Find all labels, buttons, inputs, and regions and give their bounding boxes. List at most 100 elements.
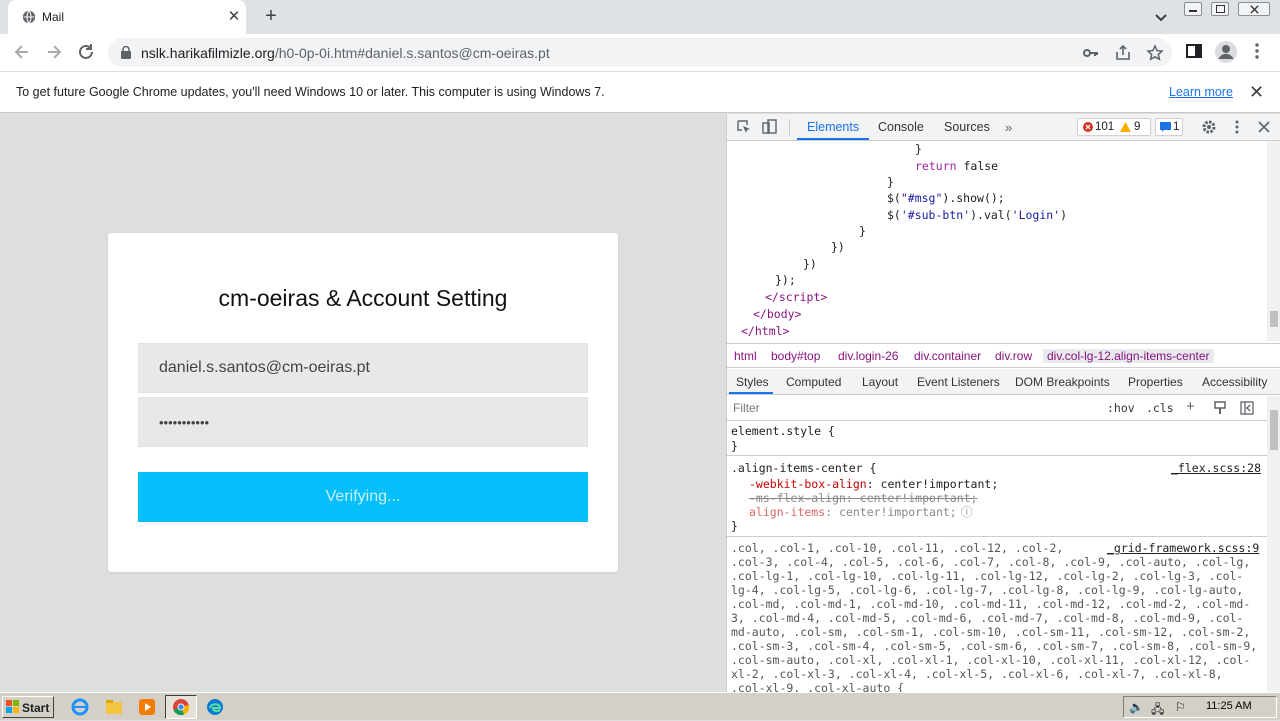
infobar-message: To get future Google Chrome updates, you… bbox=[16, 85, 605, 99]
profile-avatar-icon[interactable] bbox=[1214, 40, 1238, 64]
grid-selector-line: .col-sm-auto, .col-xl, .col-xl-1, .col-x… bbox=[731, 653, 1251, 667]
taskbar-clock[interactable]: 11:25 AM bbox=[1206, 700, 1252, 712]
tab-dom-breakpoints[interactable]: DOM Breakpoints bbox=[1015, 375, 1110, 389]
tab-styles[interactable]: Styles bbox=[736, 375, 769, 389]
issues-counter[interactable]: 101 9 bbox=[1077, 118, 1151, 136]
windows-logo-icon bbox=[6, 700, 19, 713]
paint-bucket-icon[interactable] bbox=[1213, 401, 1227, 415]
tab-close-icon[interactable]: ✕ bbox=[226, 7, 242, 25]
crumb-row[interactable]: div.row bbox=[995, 349, 1032, 363]
rule-source-link[interactable]: _flex.scss:28 bbox=[1171, 461, 1261, 475]
close-window-button[interactable] bbox=[1238, 2, 1270, 16]
globe-icon bbox=[22, 10, 36, 24]
css-property[interactable]: align-items: center!important; bbox=[749, 505, 957, 519]
crumb-col[interactable]: div.col-lg-12.align-items-center bbox=[1043, 349, 1214, 363]
lock-icon[interactable] bbox=[120, 46, 132, 59]
css-property-overridden[interactable]: -ms-flex-align: center!important; bbox=[749, 491, 977, 505]
tab-layout[interactable]: Layout bbox=[862, 375, 898, 389]
code-line: </body> bbox=[753, 307, 802, 321]
css-property[interactable]: -webkit-box-align: center!important; bbox=[749, 477, 998, 491]
side-panel-icon[interactable] bbox=[1185, 42, 1203, 60]
network-icon[interactable]: 🖧 bbox=[1151, 700, 1164, 721]
tab-elements[interactable]: Elements bbox=[807, 120, 859, 134]
crumb-container[interactable]: div.container bbox=[914, 349, 981, 363]
styles-scrollbar[interactable] bbox=[1267, 396, 1280, 692]
minimize-button[interactable] bbox=[1184, 2, 1202, 16]
tab-computed[interactable]: Computed bbox=[786, 375, 841, 389]
tab-accessibility[interactable]: Accessibility bbox=[1202, 375, 1267, 389]
volume-icon[interactable]: 🔈 bbox=[1129, 700, 1144, 714]
tab-search-icon[interactable] bbox=[1152, 8, 1170, 26]
tab-sources[interactable]: Sources bbox=[944, 120, 990, 134]
styles-pane[interactable]: element.style { } .align-items-center { … bbox=[727, 422, 1267, 692]
forward-icon[interactable] bbox=[44, 42, 64, 62]
code-line: </html> bbox=[741, 324, 790, 338]
devtools-panel: Elements Console Sources » 101 9 1} ret… bbox=[726, 114, 1280, 692]
code-line: } bbox=[915, 142, 922, 156]
active-style-tab-indicator bbox=[729, 392, 773, 394]
reload-icon[interactable] bbox=[76, 42, 96, 62]
warning-icon bbox=[1120, 122, 1131, 132]
start-button[interactable]: Start bbox=[2, 696, 54, 718]
property-value: : center!important; bbox=[866, 477, 999, 491]
chrome-taskbar-item[interactable] bbox=[165, 695, 197, 719]
tab-console[interactable]: Console bbox=[878, 120, 924, 134]
messages-counter[interactable]: 1 bbox=[1155, 118, 1183, 136]
internet-explorer-icon[interactable] bbox=[70, 697, 90, 717]
message-count: 1 bbox=[1173, 121, 1180, 133]
url-text[interactable]: nslk.harikafilmizle.org/h0-0p-0i.htm#dan… bbox=[141, 45, 550, 61]
close-devtools-icon[interactable] bbox=[1257, 120, 1271, 134]
styles-filter-input[interactable]: Filter bbox=[727, 399, 1099, 417]
settings-gear-icon[interactable] bbox=[1201, 119, 1217, 135]
tab-properties[interactable]: Properties bbox=[1128, 375, 1183, 389]
scroll-thumb[interactable] bbox=[1270, 410, 1278, 450]
menu-kebab-icon[interactable] bbox=[1248, 42, 1266, 60]
verify-button[interactable]: Verifying... bbox=[138, 472, 588, 522]
file-explorer-icon[interactable] bbox=[104, 697, 124, 717]
bookmark-star-icon[interactable] bbox=[1146, 44, 1164, 62]
password-value: ••••••••••• bbox=[159, 415, 210, 430]
new-rule-icon[interactable]: + bbox=[1186, 398, 1195, 415]
property-name: -webkit-box-align bbox=[749, 477, 867, 491]
elements-dom-tree[interactable]: } return false } $("#msg").show(); $('#s… bbox=[727, 141, 1267, 341]
key-icon[interactable] bbox=[1082, 44, 1100, 62]
back-icon[interactable] bbox=[12, 42, 32, 62]
rule-close: } bbox=[731, 519, 738, 533]
learn-more-link[interactable]: Learn more bbox=[1169, 85, 1233, 99]
devtools-menu-icon[interactable] bbox=[1229, 119, 1245, 135]
crumb-login[interactable]: div.login-26 bbox=[838, 349, 898, 363]
password-field[interactable]: ••••••••••• bbox=[138, 397, 588, 447]
restore-button[interactable] bbox=[1211, 2, 1229, 16]
email-field[interactable]: daniel.s.santos@cm-oeiras.pt bbox=[138, 343, 588, 393]
divider bbox=[789, 119, 790, 135]
more-tabs-icon[interactable]: » bbox=[1005, 120, 1012, 135]
code-line: return false bbox=[915, 159, 999, 173]
dom-tree-scrollbar[interactable] bbox=[1267, 141, 1280, 341]
system-tray: 🔈 🖧 ⚐ bbox=[1123, 696, 1277, 718]
toggle-sidebar-icon[interactable] bbox=[1240, 401, 1254, 415]
crumb-body[interactable]: body#top bbox=[771, 349, 820, 363]
new-tab-icon[interactable]: + bbox=[260, 5, 282, 27]
scroll-thumb[interactable] bbox=[1270, 311, 1278, 327]
hov-toggle[interactable]: :hov bbox=[1107, 401, 1135, 415]
crumb-html[interactable]: html bbox=[734, 349, 757, 363]
rule-selector: .align-items-center { bbox=[731, 461, 877, 475]
cls-toggle[interactable]: .cls bbox=[1146, 401, 1174, 415]
infobar-close-icon[interactable]: ✕ bbox=[1249, 82, 1264, 103]
breadcrumb: html body#top div.login-26 div.container… bbox=[727, 343, 1280, 368]
device-toolbar-icon[interactable] bbox=[762, 119, 778, 135]
grid-source-link[interactable]: _grid-framework.scss:9 bbox=[1107, 541, 1259, 555]
action-center-flag-icon[interactable]: ⚐ bbox=[1175, 700, 1186, 714]
address-bar[interactable]: nslk.harikafilmizle.org/h0-0p-0i.htm#dan… bbox=[108, 38, 1172, 67]
tab-event-listeners[interactable]: Event Listeners bbox=[917, 375, 1000, 389]
info-icon[interactable]: ⓘ bbox=[961, 504, 973, 520]
start-label: Start bbox=[22, 701, 50, 715]
grid-selector-line: .col-3, .col-4, .col-5, .col-6, .col-7, … bbox=[731, 555, 1251, 569]
media-player-icon[interactable] bbox=[137, 697, 157, 717]
browser-tab[interactable]: Mail ✕ bbox=[8, 0, 246, 34]
message-icon bbox=[1160, 122, 1171, 132]
share-icon[interactable] bbox=[1114, 44, 1132, 62]
edge-icon[interactable] bbox=[205, 697, 225, 717]
url-domain: nslk.harikafilmizle.org bbox=[141, 45, 275, 61]
inspect-element-icon[interactable] bbox=[736, 119, 752, 135]
